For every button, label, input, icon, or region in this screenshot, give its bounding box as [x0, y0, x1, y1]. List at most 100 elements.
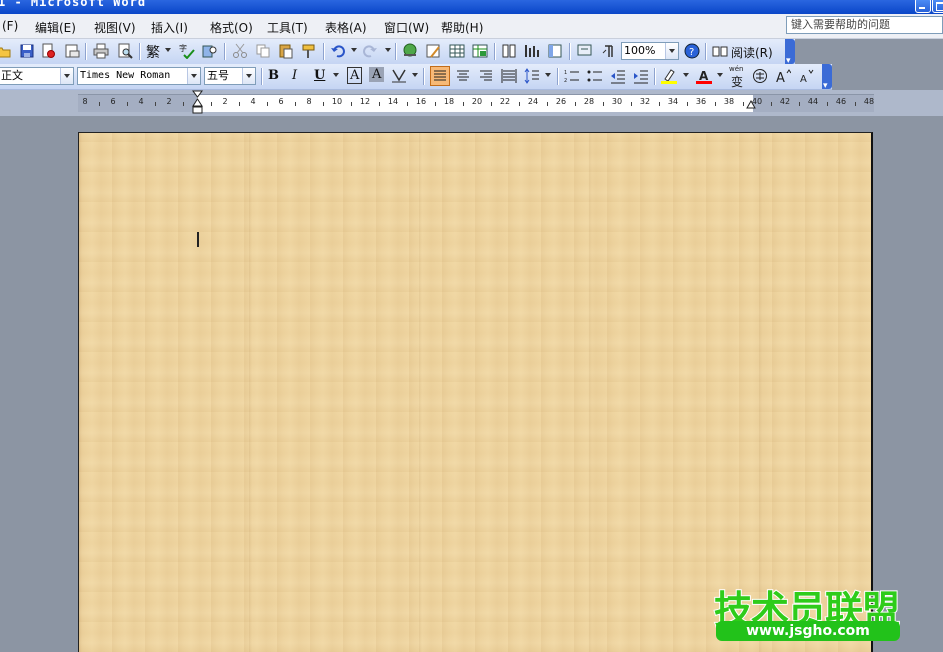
- svg-text:A: A: [776, 71, 785, 84]
- style-select[interactable]: 正文: [0, 67, 74, 85]
- character-scaling-icon[interactable]: [391, 68, 407, 84]
- document-map-icon[interactable]: [547, 43, 563, 59]
- print-preview-icon[interactable]: [117, 43, 133, 59]
- menu-insert[interactable]: 插入(I): [151, 19, 188, 36]
- permission-icon[interactable]: [40, 43, 56, 59]
- chevron-down-icon[interactable]: [717, 73, 723, 77]
- email-icon[interactable]: [64, 43, 80, 59]
- insert-table-icon[interactable]: [449, 43, 465, 59]
- svg-text:2: 2: [564, 78, 567, 84]
- ruler-number: 30: [611, 97, 623, 106]
- document-page[interactable]: [78, 132, 873, 652]
- chevron-down-icon[interactable]: [187, 68, 200, 84]
- font-color-icon[interactable]: A: [696, 68, 712, 84]
- ruler-number: 44: [807, 97, 819, 106]
- ruler-tick: [323, 102, 324, 106]
- maximize-button[interactable]: [932, 0, 943, 13]
- format-painter-icon[interactable]: [301, 43, 317, 59]
- cut-icon[interactable]: [232, 43, 248, 59]
- shrink-font-icon[interactable]: A: [798, 68, 814, 84]
- menu-format[interactable]: 格式(O): [210, 19, 253, 36]
- distributed-align-icon[interactable]: [501, 68, 517, 84]
- insert-excel-icon[interactable]: [472, 43, 488, 59]
- save-icon[interactable]: [19, 43, 35, 59]
- chevron-down-icon[interactable]: [242, 68, 255, 84]
- hyperlink-icon[interactable]: [402, 43, 418, 59]
- font-select[interactable]: Times New Roman: [77, 67, 201, 85]
- menu-help[interactable]: 帮助(H): [441, 19, 483, 36]
- zoom-select[interactable]: 100%: [621, 42, 679, 60]
- toolbar-separator: [323, 43, 325, 60]
- phonetic-guide-button[interactable]: wén 变: [729, 65, 747, 89]
- chevron-down-icon[interactable]: [665, 43, 678, 59]
- watermark-url: www.jsgho.com: [716, 621, 900, 641]
- print-icon[interactable]: [93, 43, 109, 59]
- font-size-select[interactable]: 五号: [204, 67, 256, 85]
- toolbar-options-button[interactable]: [785, 39, 795, 66]
- show-formatting-icon[interactable]: [577, 43, 593, 59]
- paste-icon[interactable]: [278, 43, 294, 59]
- columns-icon[interactable]: [501, 43, 517, 59]
- redo-icon[interactable]: [362, 43, 378, 59]
- bullets-icon[interactable]: [587, 68, 603, 84]
- menu-file[interactable]: (F): [2, 19, 18, 33]
- chevron-down-icon[interactable]: [683, 73, 689, 77]
- menu-window[interactable]: 窗口(W): [384, 19, 429, 36]
- horizontal-ruler: 8 6 4 2 2 4 6 8 10 12 14 16 18 20 22 24 26 28 30 32 34 36 38 40…: [0, 90, 943, 116]
- numbering-icon[interactable]: 12: [564, 68, 580, 84]
- undo-icon[interactable]: [330, 43, 346, 59]
- open-icon[interactable]: [0, 43, 12, 59]
- line-spacing-icon[interactable]: [524, 68, 540, 84]
- chevron-down-icon[interactable]: [385, 48, 391, 52]
- toolbar-options-button[interactable]: [822, 64, 832, 91]
- chevron-down-icon[interactable]: [412, 73, 418, 77]
- enclose-characters-icon[interactable]: [752, 68, 768, 84]
- minimize-button[interactable]: [915, 0, 931, 13]
- ruler-number: 36: [695, 97, 707, 106]
- toolbar-separator: [494, 43, 496, 60]
- research-icon[interactable]: [202, 43, 218, 59]
- copy-icon[interactable]: [255, 43, 271, 59]
- ruler-number: 32: [639, 97, 651, 106]
- chevron-down-icon[interactable]: [60, 68, 73, 84]
- menu-edit[interactable]: 编辑(E): [35, 19, 76, 36]
- read-icon[interactable]: [712, 43, 728, 59]
- chevron-down-icon[interactable]: [545, 73, 551, 77]
- reading-mode-button[interactable]: 阅读(R): [731, 44, 773, 61]
- italic-button[interactable]: I: [292, 68, 297, 83]
- spelling-icon[interactable]: 字: [179, 43, 195, 59]
- chevron-down-icon[interactable]: [165, 48, 171, 52]
- ruler-tick: [519, 102, 520, 106]
- underline-button[interactable]: U: [314, 68, 325, 83]
- first-line-indent-marker[interactable]: [192, 90, 203, 115]
- grow-font-icon[interactable]: A: [775, 68, 791, 84]
- align-center-icon[interactable]: [455, 68, 471, 84]
- align-right-icon[interactable]: [478, 68, 494, 84]
- paragraph-mark-icon[interactable]: [600, 43, 616, 59]
- bold-button[interactable]: B: [268, 68, 279, 83]
- increase-indent-icon[interactable]: [633, 68, 649, 84]
- ruler-number: 46: [835, 97, 847, 106]
- help-search-input[interactable]: 键入需要帮助的问题: [786, 16, 943, 34]
- decrease-indent-icon[interactable]: [610, 68, 626, 84]
- help-icon[interactable]: ?: [684, 43, 700, 59]
- ruler-number: 2: [166, 97, 172, 106]
- menu-table[interactable]: 表格(A): [325, 19, 367, 36]
- drawing-icon[interactable]: [524, 43, 540, 59]
- tables-borders-icon[interactable]: [425, 43, 441, 59]
- character-shading-button[interactable]: A: [369, 67, 385, 82]
- character-border-button[interactable]: A: [347, 67, 363, 84]
- menu-tools[interactable]: 工具(T): [267, 19, 308, 36]
- align-left-icon: [434, 70, 446, 81]
- chevron-down-icon[interactable]: [333, 73, 339, 77]
- ruler-number: 24: [527, 97, 539, 106]
- chinese-conversion-button[interactable]: 繁: [146, 42, 160, 62]
- minimize-icon: [919, 7, 925, 9]
- site-watermark: 技术员联盟 www.jsgho.com: [713, 579, 901, 645]
- highlight-icon[interactable]: [661, 68, 677, 84]
- right-indent-marker[interactable]: [746, 99, 756, 109]
- align-left-button[interactable]: [430, 66, 450, 86]
- chevron-down-icon[interactable]: [351, 48, 357, 52]
- ruler-number: 14: [387, 97, 399, 106]
- menu-view[interactable]: 视图(V): [94, 19, 136, 36]
